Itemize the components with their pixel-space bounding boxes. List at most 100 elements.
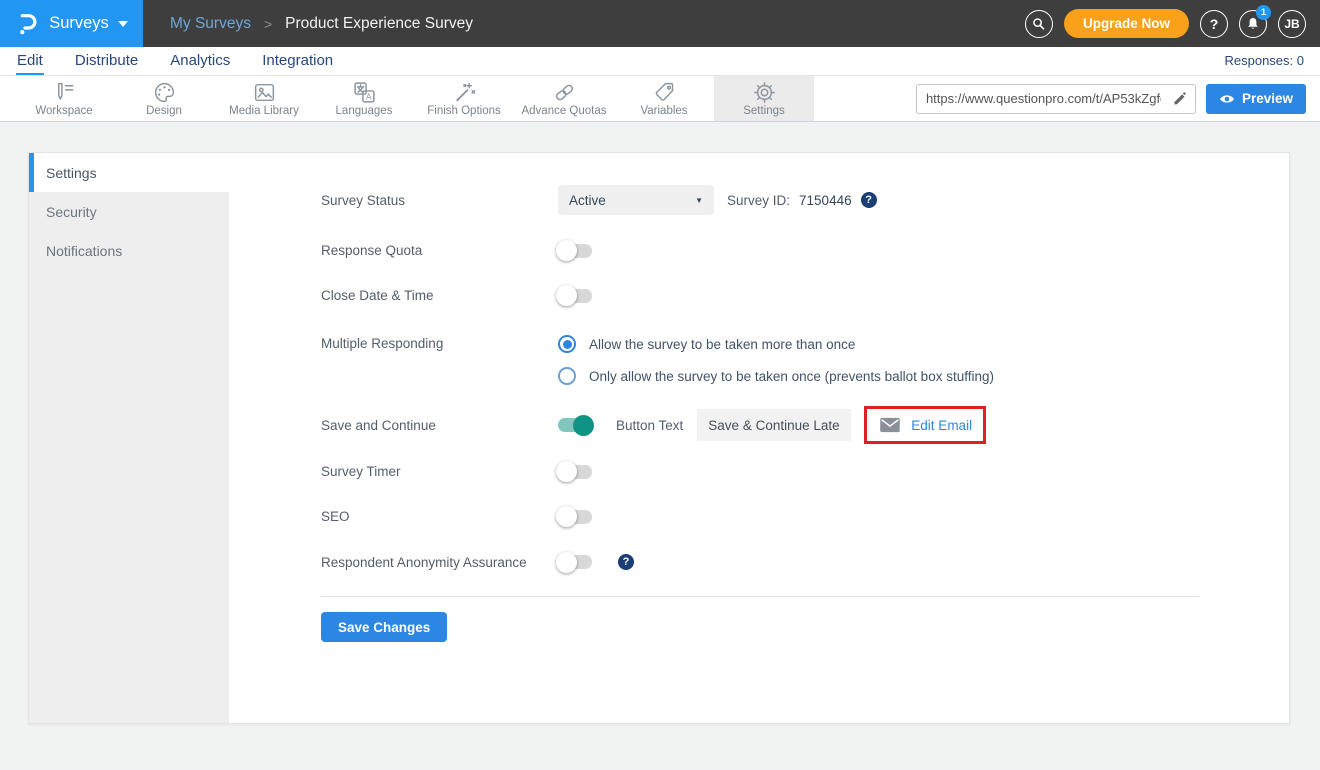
workspace-icon xyxy=(52,80,77,104)
toggle-knob xyxy=(573,415,594,436)
svg-text:A: A xyxy=(365,91,371,101)
response-quota-toggle[interactable] xyxy=(558,244,592,258)
magic-wand-icon xyxy=(452,80,477,104)
multiple-responding-row: Multiple Responding Allow the survey to … xyxy=(321,333,1289,387)
toggle-knob xyxy=(556,552,577,573)
toolbar-item-languages[interactable]: A Languages xyxy=(314,76,414,121)
button-text-label: Button Text xyxy=(616,418,683,433)
radio-option-multiple[interactable]: Allow the survey to be taken more than o… xyxy=(558,333,994,355)
close-date-toggle[interactable] xyxy=(558,289,592,303)
avatar[interactable]: JB xyxy=(1278,10,1306,38)
toggle-knob xyxy=(556,285,577,306)
toolbar-item-label: Design xyxy=(146,105,182,117)
chevron-down-icon: ▼ xyxy=(695,196,703,205)
edit-url-button[interactable] xyxy=(1165,85,1195,113)
close-date-label: Close Date & Time xyxy=(321,288,558,303)
tag-icon xyxy=(652,80,677,104)
edit-email-highlight: Edit Email xyxy=(864,406,986,444)
toolbar-item-settings[interactable]: Settings xyxy=(714,76,814,121)
survey-url-field xyxy=(916,84,1196,114)
sidebar-item-notifications[interactable]: Notifications xyxy=(29,231,229,270)
save-and-continue-toggle[interactable] xyxy=(558,418,592,432)
section-nav: Edit Distribute Analytics Integration Re… xyxy=(0,47,1320,76)
seo-row: SEO xyxy=(321,509,1289,524)
close-date-row: Close Date & Time xyxy=(321,288,1289,303)
upgrade-now-button[interactable]: Upgrade Now xyxy=(1064,9,1189,38)
toolbar-item-label: Advance Quotas xyxy=(521,105,606,117)
radio-option-label: Allow the survey to be taken more than o… xyxy=(589,337,855,352)
product-label: Surveys xyxy=(49,14,109,33)
settings-sidebar: Settings Security Notifications xyxy=(29,153,229,723)
toolbar-item-label: Workspace xyxy=(35,105,92,117)
breadcrumb-my-surveys[interactable]: My Surveys xyxy=(170,15,251,33)
survey-id-value: 7150446 xyxy=(799,193,852,208)
search-button[interactable] xyxy=(1025,10,1053,38)
anonymity-help-icon[interactable]: ? xyxy=(618,554,634,570)
topbar: Surveys My Surveys > Product Experience … xyxy=(0,0,1320,47)
preview-button[interactable]: Preview xyxy=(1206,84,1306,114)
tab-edit[interactable]: Edit xyxy=(16,50,44,75)
edit-toolbar: Workspace Design Media Library xyxy=(0,76,1320,122)
toolbar-item-finish-options[interactable]: Finish Options xyxy=(414,76,514,121)
toggle-knob xyxy=(556,240,577,261)
product-switcher[interactable]: Surveys xyxy=(0,0,143,47)
edit-email-link[interactable]: Edit Email xyxy=(911,418,972,433)
survey-status-select[interactable]: Active ▼ xyxy=(558,185,714,215)
toolbar-item-label: Settings xyxy=(743,105,785,117)
survey-url-input[interactable] xyxy=(917,91,1165,106)
toolbar-item-media-library[interactable]: Media Library xyxy=(214,76,314,121)
radio-unselected-icon xyxy=(558,367,576,385)
help-icon: ? xyxy=(1210,16,1219,32)
respondent-anonymity-label: Respondent Anonymity Assurance xyxy=(321,555,558,570)
chevron-down-icon xyxy=(118,21,128,27)
chain-links-icon xyxy=(552,80,577,104)
design-palette-icon xyxy=(152,80,177,104)
button-text-input[interactable] xyxy=(697,409,851,441)
survey-timer-label: Survey Timer xyxy=(321,464,558,479)
survey-id-help-icon[interactable]: ? xyxy=(861,192,877,208)
toolbar-item-label: Languages xyxy=(336,105,393,117)
eye-icon xyxy=(1219,93,1235,105)
topbar-actions: Upgrade Now ? 1 JB xyxy=(1025,9,1306,38)
notifications-button[interactable]: 1 xyxy=(1239,10,1267,38)
survey-status-label: Survey Status xyxy=(321,193,558,208)
image-icon xyxy=(252,80,277,104)
radio-selected-icon xyxy=(558,335,576,353)
toggle-knob xyxy=(556,506,577,527)
survey-timer-row: Survey Timer xyxy=(321,464,1289,479)
save-changes-button[interactable]: Save Changes xyxy=(321,612,447,642)
sidebar-item-settings[interactable]: Settings xyxy=(29,153,229,192)
tab-distribute[interactable]: Distribute xyxy=(74,50,139,75)
search-icon xyxy=(1031,16,1046,31)
save-and-continue-label: Save and Continue xyxy=(321,418,558,433)
breadcrumb-separator: > xyxy=(264,16,272,32)
toolbar-item-design[interactable]: Design xyxy=(114,76,214,121)
survey-status-row: Survey Status Active ▼ Survey ID: 715044… xyxy=(321,185,1289,215)
seo-toggle[interactable] xyxy=(558,510,592,524)
multiple-responding-options: Allow the survey to be taken more than o… xyxy=(558,333,994,387)
survey-status-value: Active xyxy=(569,193,606,208)
nav-tabs: Edit Distribute Analytics Integration xyxy=(16,50,334,75)
radio-option-label: Only allow the survey to be taken once (… xyxy=(589,369,994,384)
seo-label: SEO xyxy=(321,509,558,524)
toolbar-item-workspace[interactable]: Workspace xyxy=(14,76,114,121)
questionpro-logo-icon xyxy=(15,11,40,36)
toolbar-item-label: Media Library xyxy=(229,105,299,117)
toolbar-item-variables[interactable]: Variables xyxy=(614,76,714,121)
survey-timer-toggle[interactable] xyxy=(558,465,592,479)
respondent-anonymity-row: Respondent Anonymity Assurance ? xyxy=(321,554,1289,570)
tab-integration[interactable]: Integration xyxy=(261,50,334,75)
gear-icon xyxy=(752,80,777,104)
pencil-icon xyxy=(1172,91,1187,106)
tab-analytics[interactable]: Analytics xyxy=(169,50,231,75)
respondent-anonymity-toggle[interactable] xyxy=(558,555,592,569)
response-quota-row: Response Quota xyxy=(321,243,1289,258)
save-and-continue-row: Save and Continue Button Text Edit Email xyxy=(321,406,1289,444)
multiple-responding-label: Multiple Responding xyxy=(321,336,558,351)
radio-option-once[interactable]: Only allow the survey to be taken once (… xyxy=(558,365,994,387)
toolbar-item-advance-quotas[interactable]: Advance Quotas xyxy=(514,76,614,121)
sidebar-item-security[interactable]: Security xyxy=(29,192,229,231)
avatar-initials: JB xyxy=(1284,17,1299,31)
help-button[interactable]: ? xyxy=(1200,10,1228,38)
envelope-icon xyxy=(879,417,901,433)
